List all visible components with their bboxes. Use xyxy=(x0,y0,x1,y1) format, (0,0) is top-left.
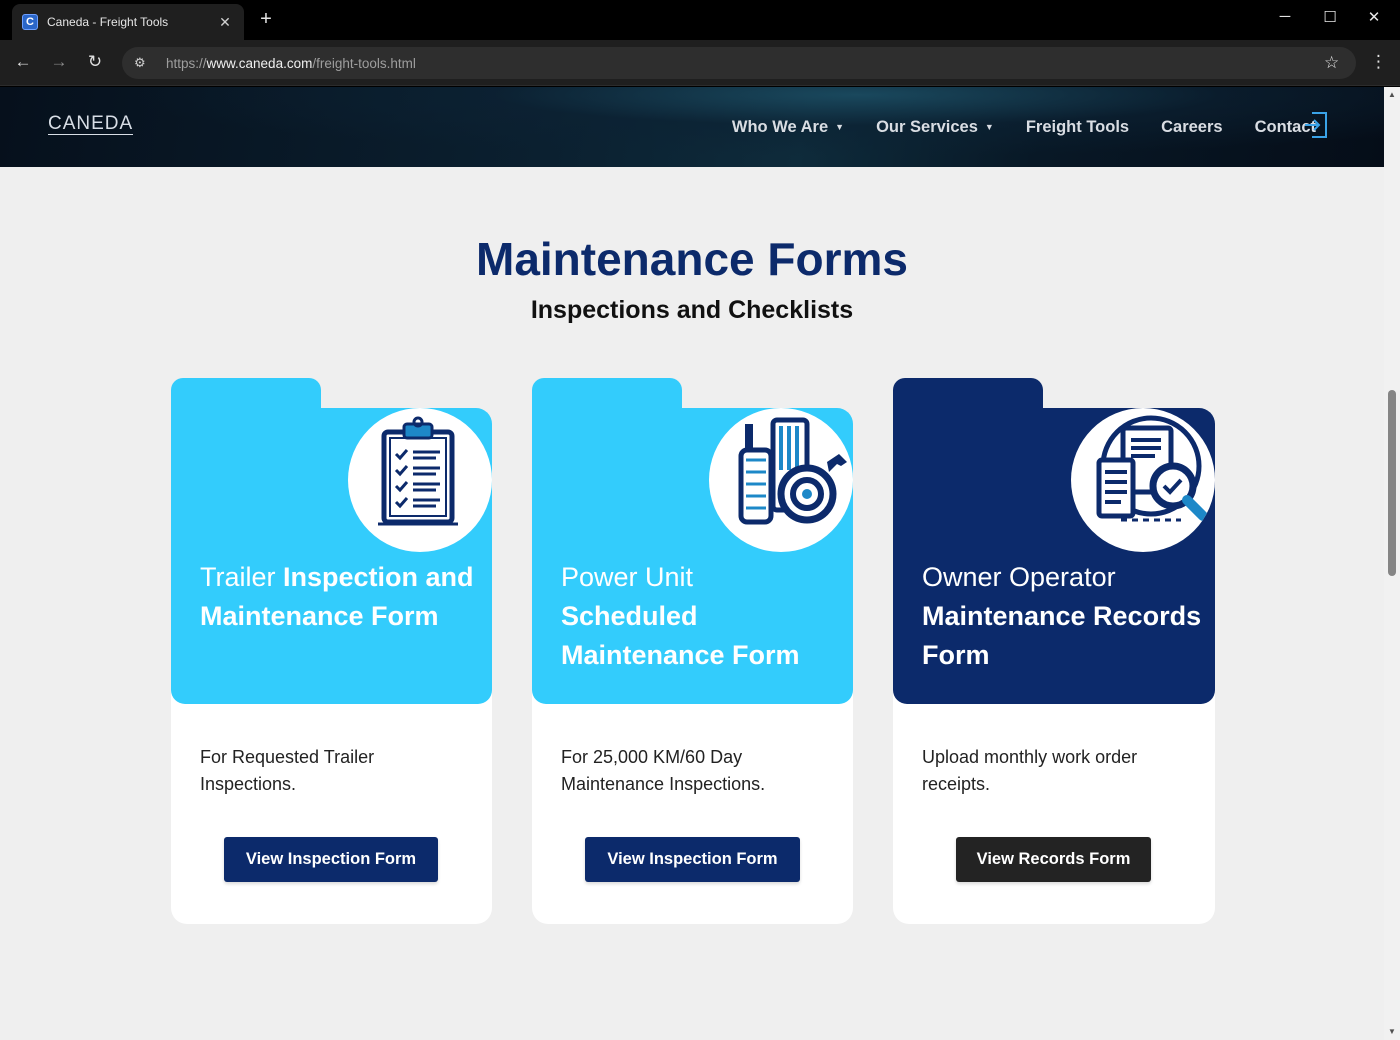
url-host: www.caneda.com xyxy=(206,55,313,71)
icon-circle xyxy=(709,408,853,552)
card-title-strong: Scheduled Maintenance Form xyxy=(561,601,800,670)
page-subtitle: Inspections and Checklists xyxy=(530,296,854,324)
nav-who-we-are[interactable]: Who We Are ▼ xyxy=(732,118,844,137)
clipboard-checklist-icon xyxy=(378,416,458,526)
view-inspection-form-button[interactable]: View Inspection Form xyxy=(224,837,438,882)
scroll-up-arrow-icon[interactable]: ▲ xyxy=(1384,87,1400,103)
browser-toolbar: ← → ↻ ⚙ https://www.caneda.com/freight-t… xyxy=(0,40,1400,86)
url-scheme: https:// xyxy=(166,55,207,71)
main-navigation: Who We Are ▼ Our Services ▼ Freight Tools … xyxy=(700,87,1316,167)
browser-tab-strip: C Caneda - Freight Tools ✕ + ─ ☐ ✕ xyxy=(0,0,1400,40)
card-title: Power Unit Scheduled Maintenance Form xyxy=(561,558,841,675)
card-title: Trailer Inspection and Maintenance Form xyxy=(200,558,480,636)
browser-menu-icon[interactable]: ⋮ xyxy=(1370,52,1387,72)
card-description: For Requested Trailer Inspections. xyxy=(200,747,375,794)
nav-label: Careers xyxy=(1161,117,1223,136)
form-card-power-unit: Power Unit Scheduled Maintenance Form For… xyxy=(532,378,853,924)
page-scrollbar[interactable]: ▲ ▼ xyxy=(1384,87,1400,1040)
scroll-down-arrow-icon[interactable]: ▼ xyxy=(1384,1024,1400,1040)
card-title-light: Owner Operator xyxy=(922,562,1116,592)
caneda-logo[interactable]: CANEDA xyxy=(48,114,134,135)
login-icon[interactable] xyxy=(1303,111,1329,139)
card-description: Upload monthly work order receipts. xyxy=(922,747,1138,794)
view-inspection-form-button[interactable]: View Inspection Form xyxy=(585,837,800,882)
tab-close-icon[interactable]: ✕ xyxy=(216,14,234,31)
form-card-trailer-inspection: Trailer Inspection and Maintenance Form … xyxy=(171,378,492,924)
browser-tab[interactable]: C Caneda - Freight Tools ✕ xyxy=(12,4,244,40)
nav-label: Freight Tools xyxy=(1025,117,1130,136)
forward-arrow-icon[interactable]: → xyxy=(48,52,70,72)
window-close-icon[interactable]: ✕ xyxy=(1362,8,1386,26)
card-title-strong: Maintenance Records Form xyxy=(922,601,1202,670)
nav-freight-tools[interactable]: Freight Tools xyxy=(1026,118,1129,137)
icon-circle xyxy=(1071,408,1215,552)
nav-careers[interactable]: Careers xyxy=(1161,118,1222,137)
view-records-form-button[interactable]: View Records Form xyxy=(956,837,1151,882)
url-path: /freight-tools.html xyxy=(312,55,416,71)
card-title-light: Power Unit xyxy=(561,562,694,592)
minimize-icon[interactable]: ─ xyxy=(1273,8,1297,25)
site-info-icon[interactable]: ⚙ xyxy=(134,55,154,71)
back-arrow-icon[interactable]: ← xyxy=(12,52,34,72)
card-title-light: Trailer xyxy=(200,562,284,592)
records-magnifier-icon xyxy=(1096,415,1208,522)
maximize-icon[interactable]: ☐ xyxy=(1318,8,1342,26)
address-bar[interactable]: ⚙ https://www.caneda.com/freight-tools.h… xyxy=(122,47,1356,79)
reload-icon[interactable]: ↻ xyxy=(84,52,106,72)
site-favicon-icon: C xyxy=(22,14,38,30)
site-header: CANEDA Who We Are ▼ Our Services ▼ Freight… xyxy=(0,87,1384,167)
card-body xyxy=(893,678,1215,924)
caret-down-icon: ▼ xyxy=(835,122,845,132)
caret-down-icon: ▼ xyxy=(984,122,994,132)
page-viewport: CANEDA Who We Are ▼ Our Services ▼ Freight… xyxy=(0,87,1384,1040)
new-tab-icon[interactable]: + xyxy=(255,8,277,31)
icon-circle xyxy=(348,408,492,552)
form-card-owner-operator: Owner Operator Maintenance Records Form U… xyxy=(893,378,1215,924)
card-panel: Power Unit Scheduled Maintenance Form xyxy=(532,408,853,704)
card-panel: Trailer Inspection and Maintenance Form xyxy=(171,408,492,704)
card-body xyxy=(171,678,492,924)
nav-label: Our Services xyxy=(876,117,978,136)
nav-label: Who We Are xyxy=(731,117,829,136)
card-description: For 25,000 KM/60 Day Maintenance Inspect… xyxy=(561,747,766,794)
bookmark-star-icon[interactable]: ☆ xyxy=(1324,53,1344,73)
card-panel: Owner Operator Maintenance Records Form xyxy=(893,408,1215,704)
card-title: Owner Operator Maintenance Records Form xyxy=(922,558,1202,675)
nav-our-services[interactable]: Our Services ▼ xyxy=(876,118,994,137)
card-body xyxy=(532,678,853,924)
tab-title: Caneda - Freight Tools xyxy=(47,15,169,29)
scroll-thumb[interactable] xyxy=(1388,390,1396,576)
engine-parts-icon xyxy=(738,417,847,525)
url-text: https://www.caneda.com/freight-tools.htm… xyxy=(166,56,1324,71)
page-title: Maintenance Forms xyxy=(476,233,908,285)
